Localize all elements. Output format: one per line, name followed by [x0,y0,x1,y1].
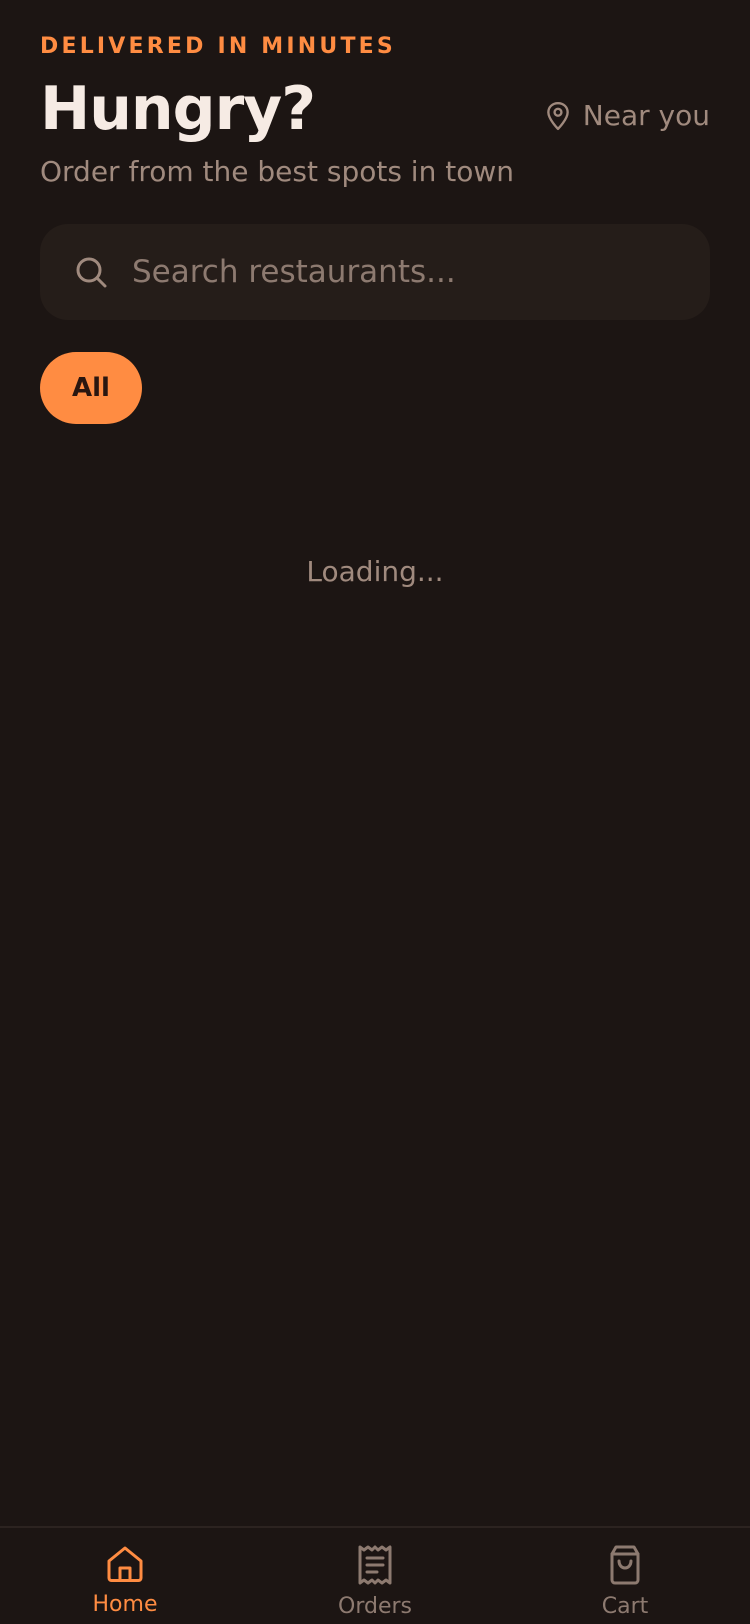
loading-text: Loading... [306,555,444,588]
bottom-tab-bar: Home Orders Cart [0,1526,750,1624]
page-subtitle: Order from the best spots in town [40,155,514,188]
search-bar[interactable] [40,224,710,320]
home-screen: DELIVERED IN MINUTES Hungry? Near you Or… [0,0,750,1624]
tab-home[interactable]: Home [55,1544,195,1620]
filter-chip-all[interactable]: All [40,352,142,424]
location-button[interactable]: Near you [545,96,710,136]
tab-orders[interactable]: Orders [305,1544,445,1622]
tab-orders-label: Orders [338,1594,412,1619]
tab-cart-label: Cart [601,1594,649,1619]
shopping-bag-icon [605,1544,645,1586]
map-pin-icon [545,101,571,131]
page-title: Hungry? [40,74,316,144]
search-input[interactable] [132,242,710,302]
eyebrow-label: DELIVERED IN MINUTES [40,34,396,59]
tab-home-label: Home [92,1592,158,1617]
location-label: Near you [582,99,710,132]
home-icon [105,1544,145,1584]
receipt-icon [355,1544,395,1586]
search-icon [74,255,108,289]
tab-cart[interactable]: Cart [555,1544,695,1622]
